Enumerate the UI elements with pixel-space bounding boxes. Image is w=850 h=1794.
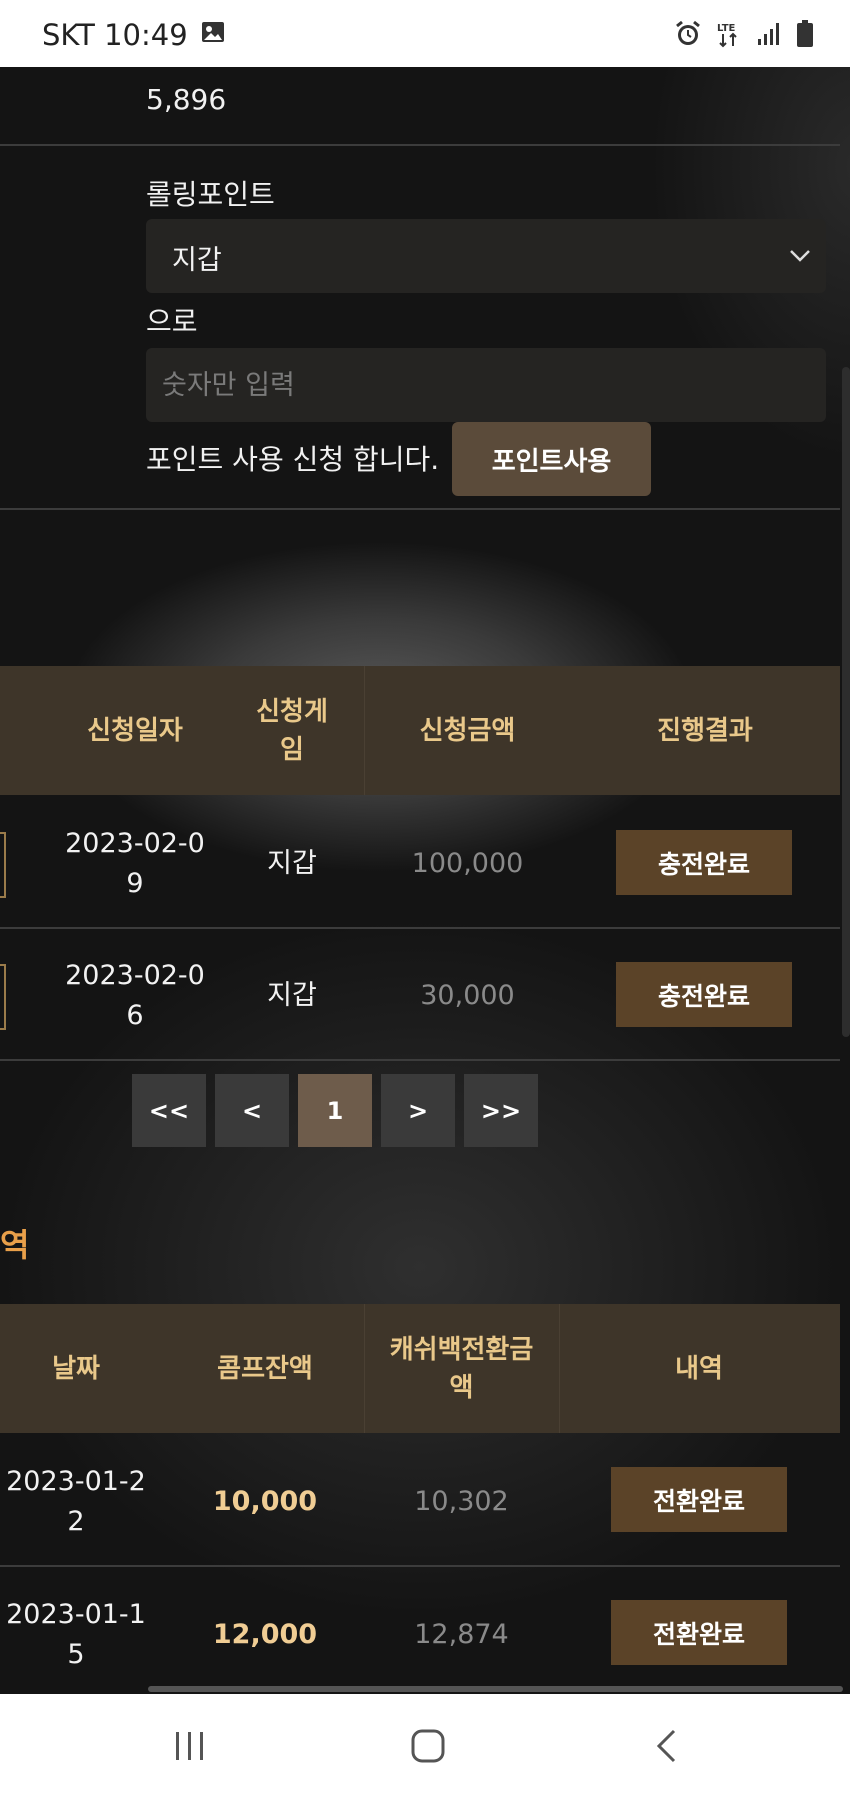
history-row2-cashback: 12,874 [414, 1619, 509, 1650]
alarm-icon [674, 20, 702, 52]
history-row1-status-button[interactable]: 전환완료 [611, 1467, 787, 1532]
status-right: LTE [674, 20, 814, 52]
history-row2-status-button[interactable]: 전환완료 [611, 1600, 787, 1665]
to-label: 으로 [146, 305, 198, 338]
wallet-select-value: 지갑 [172, 245, 222, 276]
divider [0, 1565, 840, 1567]
from-label: 롤링포인트 [146, 178, 275, 211]
carrier-time: SKT 10:49 [42, 18, 188, 52]
header-date: 날짜 [52, 1353, 100, 1384]
row-checkbox-fragment[interactable] [0, 964, 6, 1030]
divider [0, 508, 840, 510]
svg-text:LTE: LTE [717, 23, 736, 34]
row1-date: 2023-02-09 [60, 823, 210, 905]
home-icon[interactable] [410, 1728, 446, 1764]
page-current-button[interactable]: 1 [298, 1074, 372, 1147]
row2-status-button[interactable]: 충전완료 [616, 962, 792, 1027]
signal-icon [756, 21, 782, 51]
header-result: 진행결과 [657, 715, 753, 746]
wallet-select[interactable]: 지갑 [146, 219, 826, 293]
status-bar: SKT 10:49 LTE [0, 0, 850, 67]
row-checkbox-fragment[interactable] [0, 832, 6, 898]
history-row2-date: 2023-01-15 [0, 1594, 152, 1676]
point-value: 5,896 [146, 83, 227, 116]
vertical-scrollbar[interactable] [842, 367, 850, 1037]
page-prev-button[interactable]: < [215, 1074, 289, 1147]
request-table-header: 신청일자 신청게임 신청금액 진행결과 [0, 666, 840, 795]
history-row2-comp: 12,000 [212, 1619, 318, 1650]
navigation-bar [0, 1694, 850, 1794]
horizontal-scrollbar[interactable] [148, 1686, 843, 1692]
header-date: 신청일자 [87, 715, 183, 746]
lte-icon: LTE [716, 20, 742, 52]
history-row1-comp: 10,000 [212, 1486, 318, 1517]
row1-date-text: 2023-02-09 [65, 828, 205, 899]
row1-game: 지갑 [267, 848, 317, 879]
row1-amount: 100,000 [411, 848, 524, 879]
header-comp: 콤프잔액 [217, 1353, 313, 1384]
row2-game: 지갑 [267, 980, 317, 1011]
divider [0, 1059, 840, 1061]
row2-date: 2023-02-06 [60, 955, 210, 1037]
row2-date-text: 2023-02-06 [65, 960, 205, 1031]
image-icon [200, 18, 226, 52]
row1-status-button[interactable]: 충전완료 [616, 830, 792, 895]
battery-icon [796, 20, 814, 52]
point-use-button[interactable]: 포인트사용 [452, 422, 651, 496]
header-cashback: 캐쉬백전환금액 [364, 1304, 559, 1433]
history-title: 역 [0, 1226, 30, 1264]
history-row1-cashback: 10,302 [414, 1486, 509, 1517]
page-last-button[interactable]: >> [464, 1074, 538, 1147]
row2-amount: 30,000 [420, 980, 515, 1011]
amount-input[interactable] [146, 348, 826, 422]
page-next-button[interactable]: > [381, 1074, 455, 1147]
header-game: 신청게임 [232, 666, 352, 795]
back-icon[interactable] [654, 1728, 678, 1764]
history-table-header: 날짜 콤프잔액 캐쉬백전환금액 내역 [0, 1304, 840, 1433]
history-row1-date-text: 2023-01-22 [6, 1466, 146, 1537]
header-cashback-text: 캐쉬백전환금액 [389, 1334, 534, 1403]
history-row1-date: 2023-01-22 [0, 1461, 152, 1543]
recent-apps-icon[interactable] [173, 1730, 207, 1762]
history-row2-date-text: 2023-01-15 [6, 1599, 146, 1670]
chevron-down-icon [790, 250, 810, 262]
header-amount: 신청금액 [419, 715, 516, 746]
page-first-button[interactable]: << [132, 1074, 206, 1147]
main-content: 5,896 롤링포인트 지갑 으로 포인트 사용 신청 합니다. 포인트사용 신… [0, 67, 850, 1694]
divider [0, 144, 840, 146]
header-game-text: 신청게임 [256, 696, 328, 765]
divider [0, 927, 840, 929]
status-left: SKT 10:49 [42, 18, 226, 52]
header-detail: 내역 [675, 1353, 723, 1384]
apply-text: 포인트 사용 신청 합니다. [146, 443, 440, 476]
